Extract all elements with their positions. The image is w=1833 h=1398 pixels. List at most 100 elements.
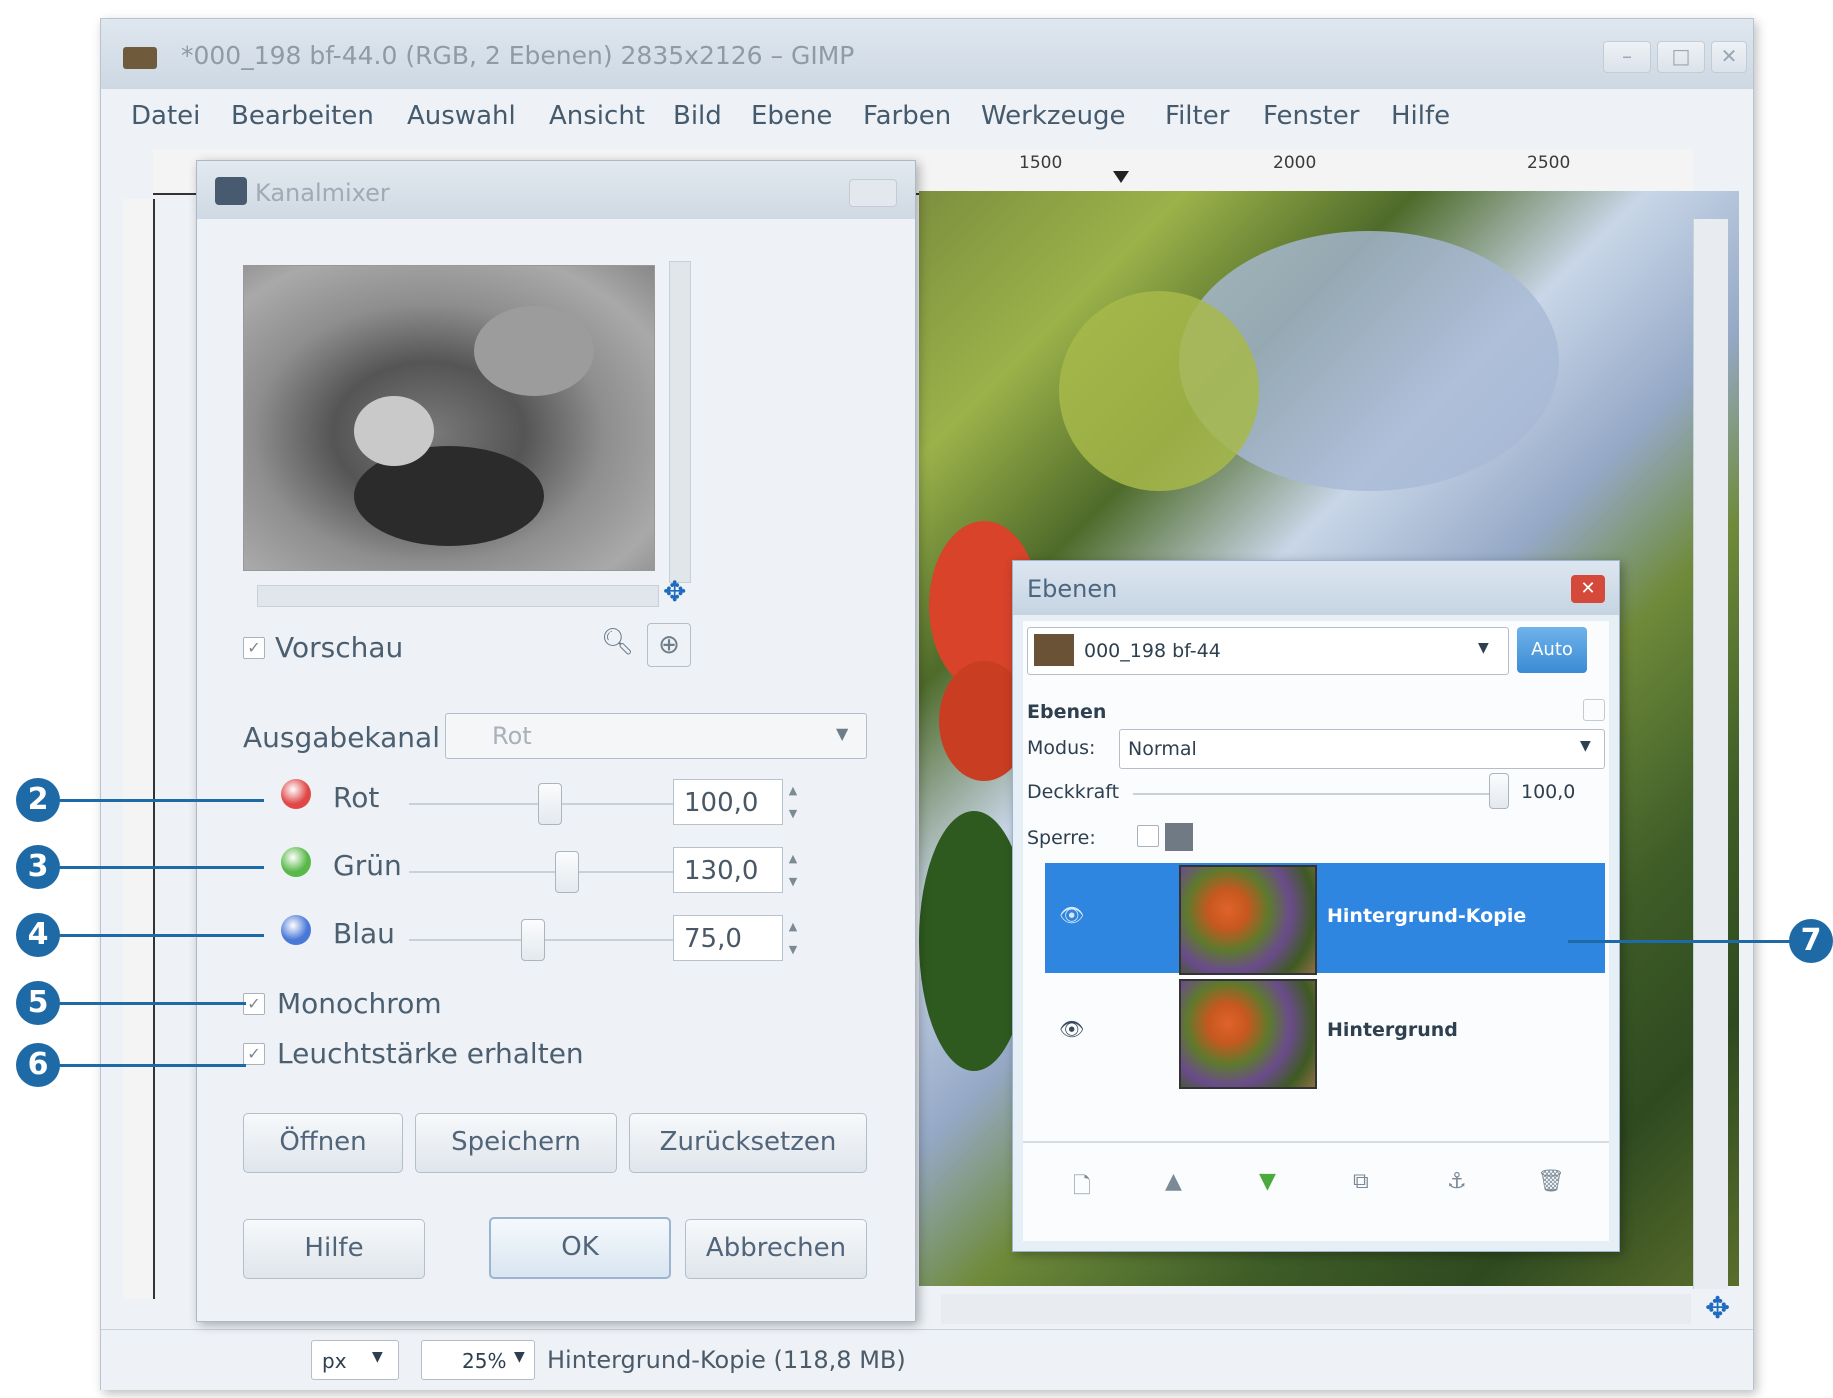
cancel-button[interactable]: Abbrechen bbox=[685, 1219, 867, 1279]
callout-badge: 5 bbox=[16, 981, 60, 1025]
ruler-pointer-icon bbox=[1113, 171, 1129, 183]
image-thumbnail bbox=[1034, 634, 1074, 666]
green-value-input[interactable]: 130,0 bbox=[673, 847, 783, 893]
menu-bild[interactable]: Bild bbox=[673, 101, 722, 131]
menu-filter[interactable]: Filter bbox=[1165, 101, 1229, 131]
raise-layer-icon[interactable]: ▲ bbox=[1165, 1169, 1182, 1194]
zoom-in-icon[interactable]: ⊕ bbox=[647, 623, 691, 667]
navigate-icon[interactable]: ✥ bbox=[663, 575, 686, 608]
new-layer-icon[interactable]: 🗋 bbox=[1073, 1169, 1091, 1207]
vertical-ruler[interactable] bbox=[123, 199, 155, 1299]
preserve-luminosity-checkbox[interactable]: ✓ bbox=[243, 1043, 265, 1065]
channel-mixer-dialog: Kanalmixer ✥ ✓ Vorschau 🔍︎ ⊕ Ausgabekana… bbox=[196, 160, 916, 1322]
menu-auswahl[interactable]: Auswahl bbox=[407, 101, 516, 131]
eye-icon[interactable]: 👁︎ bbox=[1059, 903, 1084, 927]
lock-alpha-icon[interactable] bbox=[1165, 823, 1193, 851]
blue-value-input[interactable]: 75,0 bbox=[673, 915, 783, 961]
menu-bearbeiten[interactable]: Bearbeiten bbox=[231, 101, 374, 131]
layers-close-button[interactable]: ✕ bbox=[1571, 575, 1605, 603]
menu-datei[interactable]: Datei bbox=[131, 101, 200, 131]
callout-badge: 4 bbox=[16, 913, 60, 957]
close-window-button[interactable]: ✕ bbox=[1711, 41, 1747, 73]
preserve-luminosity-label: Leuchtstärke erhalten bbox=[277, 1037, 584, 1070]
callout-line bbox=[56, 934, 264, 937]
output-channel-value: Rot bbox=[492, 722, 532, 750]
reset-button[interactable]: Zurücksetzen bbox=[629, 1113, 867, 1173]
layer-row[interactable]: 👁︎ Hintergrund bbox=[1045, 977, 1605, 1089]
auto-button[interactable]: Auto bbox=[1517, 627, 1587, 673]
vertical-scrollbar[interactable] bbox=[1693, 219, 1728, 1289]
blue-slider-track[interactable] bbox=[409, 939, 689, 941]
layer-row-selected[interactable]: 👁︎ Hintergrund-Kopie bbox=[1045, 863, 1605, 975]
menu-farben[interactable]: Farben bbox=[863, 101, 951, 131]
layer-name[interactable]: Hintergrund-Kopie bbox=[1327, 905, 1526, 927]
opacity-value[interactable]: 100,0 bbox=[1521, 781, 1575, 803]
zoom-value: 25% bbox=[462, 1349, 507, 1373]
ok-button[interactable]: OK bbox=[489, 1217, 671, 1279]
menu-fenster[interactable]: Fenster bbox=[1263, 101, 1359, 131]
layers-title-bar: Ebenen ✕ bbox=[1013, 561, 1619, 615]
unit-select[interactable]: px ▼ bbox=[311, 1340, 399, 1380]
green-channel-icon bbox=[281, 847, 311, 877]
preview-vertical-scrollbar[interactable] bbox=[669, 261, 691, 583]
layer-name[interactable]: Hintergrund bbox=[1327, 1019, 1458, 1041]
layer-thumbnail bbox=[1179, 979, 1317, 1089]
green-spin-arrows[interactable]: ▲ ▼ bbox=[785, 847, 801, 893]
image-select[interactable]: 000_198 bf-44 ▼ bbox=[1027, 627, 1509, 675]
horizontal-scrollbar[interactable] bbox=[941, 1294, 1691, 1324]
opacity-slider-thumb[interactable] bbox=[1489, 773, 1509, 809]
preview-checkbox[interactable]: ✓ bbox=[243, 637, 265, 659]
blue-channel-label: Blau bbox=[333, 917, 395, 950]
help-button[interactable]: Hilfe bbox=[243, 1219, 425, 1279]
lock-pixels-checkbox[interactable] bbox=[1137, 825, 1159, 847]
red-spin-arrows[interactable]: ▲ ▼ bbox=[785, 779, 801, 825]
minimize-button[interactable]: – bbox=[1603, 41, 1651, 73]
monochrome-checkbox[interactable]: ✓ bbox=[243, 993, 265, 1015]
lower-layer-icon[interactable]: ▼ bbox=[1259, 1169, 1276, 1194]
dialog-title-bar: Kanalmixer bbox=[197, 161, 915, 219]
red-slider-thumb[interactable] bbox=[538, 783, 562, 825]
green-slider-track[interactable] bbox=[409, 871, 689, 873]
layers-tab-label[interactable]: Ebenen bbox=[1027, 701, 1106, 723]
blue-slider-thumb[interactable] bbox=[521, 919, 546, 961]
navigate-icon[interactable]: ✥ bbox=[1705, 1291, 1730, 1326]
mode-select[interactable]: Normal ▼ bbox=[1119, 729, 1605, 769]
preview-horizontal-scrollbar[interactable] bbox=[257, 585, 659, 607]
monochrome-label: Monochrom bbox=[277, 987, 442, 1020]
layers-dialog-title: Ebenen bbox=[1027, 575, 1118, 603]
preview-leaves bbox=[474, 306, 594, 396]
callout-line bbox=[56, 1064, 246, 1067]
menu-werkzeuge[interactable]: Werkzeuge bbox=[981, 101, 1126, 131]
eye-icon[interactable]: 👁︎ bbox=[1059, 1017, 1084, 1041]
chevron-down-icon: ▼ bbox=[836, 724, 849, 743]
red-channel-icon bbox=[281, 779, 311, 809]
mode-value: Normal bbox=[1128, 738, 1197, 760]
chevron-down-icon: ▼ bbox=[514, 1349, 525, 1365]
tab-menu-icon[interactable] bbox=[1583, 699, 1605, 721]
anchor-layer-icon[interactable]: ⚓︎ bbox=[1447, 1169, 1467, 1194]
delete-layer-icon[interactable]: 🗑︎ bbox=[1537, 1169, 1565, 1194]
maximize-button[interactable]: □ bbox=[1657, 41, 1705, 73]
menu-ebene[interactable]: Ebene bbox=[751, 101, 832, 131]
callout-badge: 6 bbox=[16, 1043, 60, 1087]
red-value-input[interactable]: 100,0 bbox=[673, 779, 783, 825]
zoom-select[interactable]: 25% ▼ bbox=[421, 1340, 535, 1380]
dialog-close-button[interactable] bbox=[849, 179, 897, 207]
output-channel-label: Ausgabekanal bbox=[243, 721, 440, 754]
layers-dialog-body: 000_198 bf-44 ▼ Auto Ebenen Modus: Norma… bbox=[1023, 621, 1609, 1241]
menu-bar: Datei Bearbeiten Auswahl Ansicht Bild Eb… bbox=[101, 97, 1753, 141]
zoom-out-icon[interactable]: 🔍︎ bbox=[601, 627, 635, 661]
menu-hilfe[interactable]: Hilfe bbox=[1391, 101, 1450, 131]
green-channel-label: Grün bbox=[333, 849, 402, 882]
layers-dialog: Ebenen ✕ 000_198 bf-44 ▼ Auto Ebenen Mod… bbox=[1012, 560, 1620, 1252]
menu-ansicht[interactable]: Ansicht bbox=[549, 101, 645, 131]
opacity-slider-track[interactable] bbox=[1133, 793, 1493, 795]
blue-spin-arrows[interactable]: ▲ ▼ bbox=[785, 915, 801, 961]
save-button[interactable]: Speichern bbox=[415, 1113, 617, 1173]
dialog-title: Kanalmixer bbox=[255, 179, 390, 207]
open-button[interactable]: Öffnen bbox=[243, 1113, 403, 1173]
channel-mixer-icon bbox=[215, 177, 247, 205]
green-slider-thumb[interactable] bbox=[554, 851, 579, 893]
duplicate-layer-icon[interactable]: ⧉ bbox=[1353, 1169, 1369, 1194]
output-channel-select[interactable]: Rot ▼ bbox=[445, 713, 867, 759]
